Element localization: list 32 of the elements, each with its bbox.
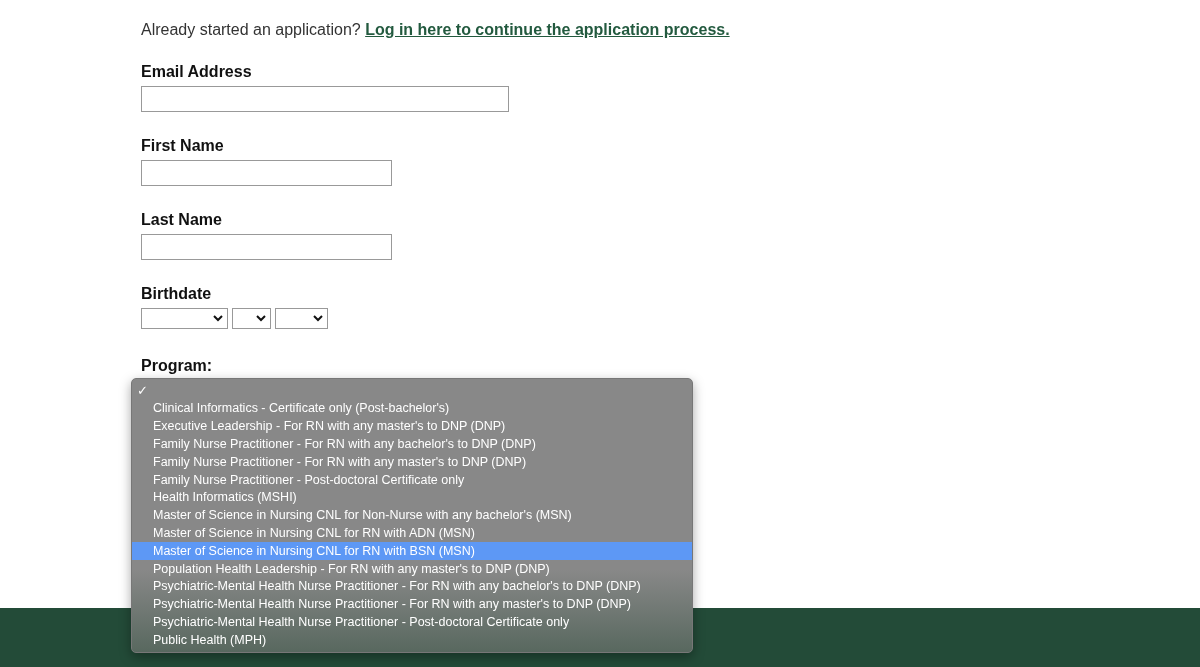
field-label: Last Name	[141, 210, 223, 229]
input-field[interactable]	[141, 86, 509, 112]
dropdown-field[interactable]	[232, 308, 271, 329]
menu-option[interactable]: Clinical Informatics - Certificate only (Post-bachelor's)	[132, 399, 692, 418]
menu-option[interactable]: Master of Science in Nursing CNL for RN with ADN (MSN)	[132, 524, 692, 543]
menu-option[interactable]: Psychiatric-Mental Health Nurse Practitioner - For RN with any bachelor's to DNP (DNP)	[132, 577, 692, 596]
menu-option[interactable]: Master of Science in Nursing CNL for Non-Nurse with any bachelor's (MSN)	[132, 506, 692, 525]
dropdown-field[interactable]	[141, 308, 228, 329]
field-label: Birthdate	[141, 284, 213, 303]
menu-option[interactable]: ✓	[132, 382, 692, 400]
input-field[interactable]	[141, 234, 392, 260]
dropdown-field[interactable]	[275, 308, 328, 329]
chevron-down-icon	[256, 315, 266, 322]
menu-option[interactable]: Psychiatric-Mental Health Nurse Practitioner - For RN with any master's to DNP (DNP)	[132, 595, 692, 614]
menu-option[interactable]: Psychiatric-Mental Health Nurse Practitioner - Post-doctoral Certificate only	[132, 613, 692, 632]
menu-option[interactable]: Population Health Leadership - For RN with any master's to DNP (DNP)	[132, 559, 692, 578]
input-field[interactable]	[141, 160, 392, 186]
field-label: Email Address	[141, 62, 253, 81]
menu-option[interactable]: Executive Leadership - For RN with any master's to DNP (DNP)	[132, 417, 692, 436]
intro-text: Already started an application? Log in here to continue the application process.	[141, 20, 731, 40]
login-link[interactable]: Log in here to continue the application process.	[365, 21, 730, 38]
menu-option[interactable]: Public Health (MPH)	[132, 631, 692, 649]
field-label: Program:	[141, 356, 214, 375]
field-label: First Name	[141, 136, 225, 155]
menu-option[interactable]: Family Nurse Practitioner - For RN with any master's to DNP (DNP)	[132, 453, 692, 471]
menu-option[interactable]: Health Informatics (MSHI)	[132, 488, 692, 507]
check-mark: ✓	[137, 382, 148, 400]
menu-option[interactable]: Master of Science in Nursing CNL for RN with BSN (MSN)	[132, 542, 692, 560]
menu-option[interactable]: Family Nurse Practitioner - For RN with any bachelor's to DNP (DNP)	[132, 435, 692, 454]
menu-option[interactable]: Family Nurse Practitioner - Post-doctoral Certificate only	[132, 471, 692, 489]
chevron-down-icon	[213, 315, 223, 322]
chevron-down-icon	[313, 315, 323, 322]
